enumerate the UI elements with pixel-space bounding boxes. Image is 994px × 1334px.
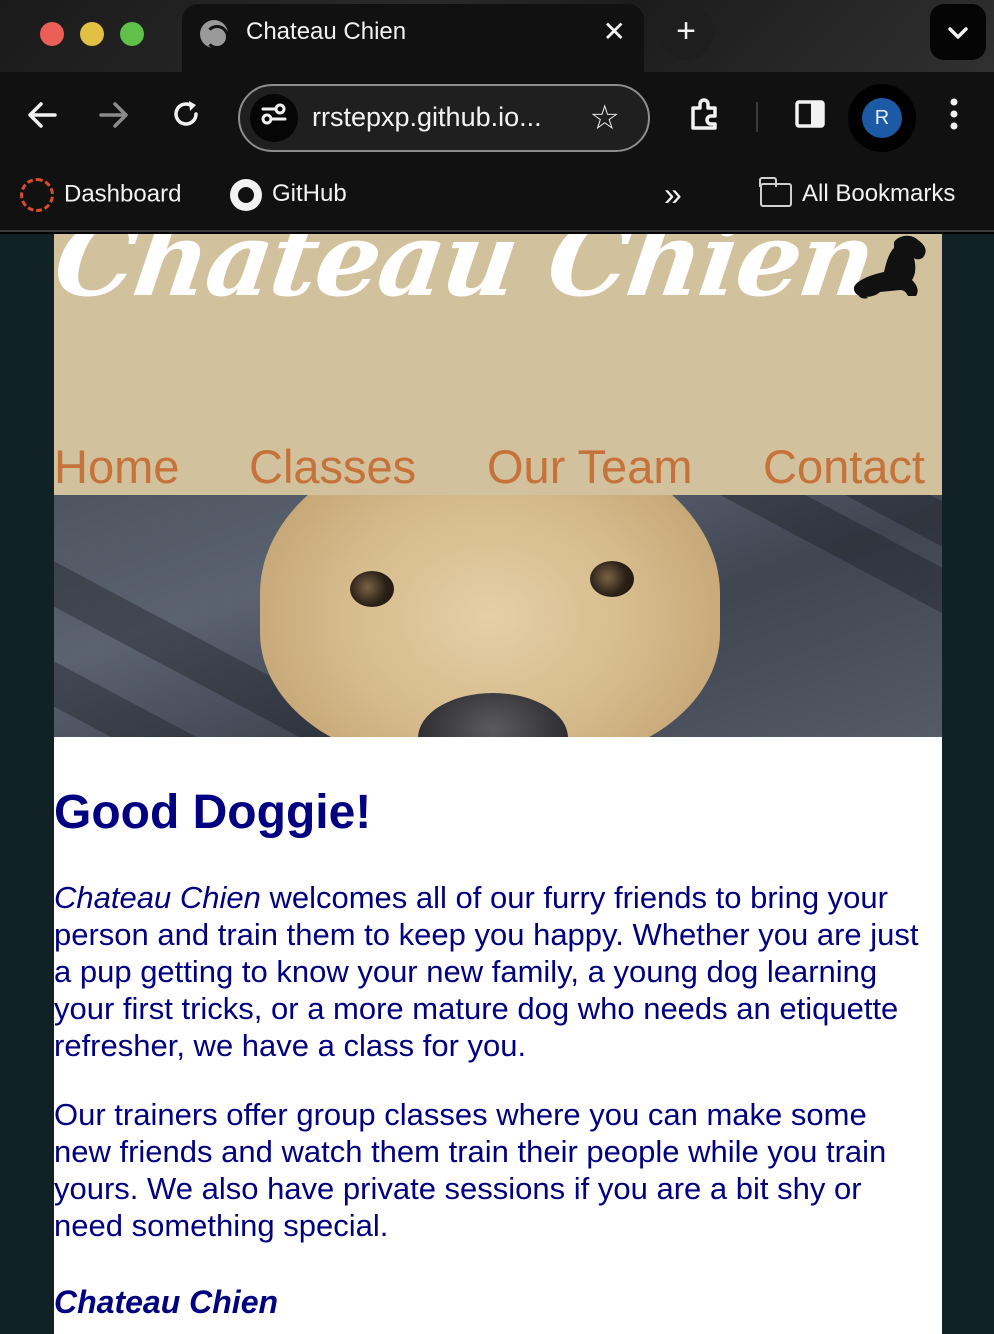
bookmark-github[interactable]: GitHub xyxy=(230,178,347,211)
trainers-paragraph: Our trainers offer group classes where y… xyxy=(54,1097,887,1243)
site-logo: Chateau Chien xyxy=(54,234,881,320)
tab-title: Chateau Chien xyxy=(246,18,407,45)
address-bar[interactable]: rrstepxp.github.io... ☆ xyxy=(238,84,650,152)
forward-arrow-icon xyxy=(99,102,128,128)
hero-dog-image xyxy=(54,495,942,737)
avatar[interactable]: R xyxy=(862,98,902,138)
main-nav: Home Classes Our Team Contact xyxy=(54,439,942,495)
extensions-button[interactable] xyxy=(682,98,726,141)
back-arrow-icon xyxy=(28,102,57,128)
maximize-window-button[interactable] xyxy=(120,22,144,46)
forward-button[interactable] xyxy=(92,98,136,138)
bookmark-label: GitHub xyxy=(272,180,347,207)
url-text[interactable]: rrstepxp.github.io... xyxy=(312,102,542,133)
dog-right-eye xyxy=(590,561,634,597)
dog-silhouette-icon xyxy=(853,235,926,299)
reload-icon xyxy=(174,101,198,126)
reload-button[interactable] xyxy=(164,98,208,138)
side-panel-button[interactable] xyxy=(788,98,832,138)
all-bookmarks-button[interactable]: All Bookmarks xyxy=(759,176,956,210)
extensions-icon xyxy=(691,98,717,130)
side-panel-icon xyxy=(795,100,825,128)
signature: Chateau Chien xyxy=(54,1284,279,1320)
new-tab-button[interactable]: + xyxy=(658,4,714,60)
globe-icon xyxy=(200,20,229,49)
site-header: Chateau Chien Home Classes Our Team Cont… xyxy=(54,234,942,495)
menu-button[interactable] xyxy=(932,98,976,139)
nav-our-team[interactable]: Our Team xyxy=(487,439,693,495)
site-info-icon[interactable] xyxy=(250,94,298,142)
folder-icon xyxy=(759,176,792,207)
minimize-window-button[interactable] xyxy=(80,22,104,46)
intro-emphasis: Chateau Chien xyxy=(54,880,261,915)
back-button[interactable] xyxy=(20,98,64,138)
tab-strip: Chateau Chien ✕ + xyxy=(0,0,994,72)
star-icon[interactable]: ☆ xyxy=(590,98,620,138)
bookmark-label: Dashboard xyxy=(64,180,182,208)
toolbar-divider xyxy=(756,102,758,132)
page-heading: Good Doggie! xyxy=(54,786,372,839)
intro-paragraph: Chateau Chien welcomes all of our furry … xyxy=(54,879,928,1064)
tab-search-button[interactable] xyxy=(930,4,986,60)
menu-dots-icon xyxy=(950,98,958,130)
dog-nose xyxy=(418,693,568,737)
all-bookmarks-label: All Bookmarks xyxy=(802,180,956,207)
dog-left-eye xyxy=(350,571,394,607)
nav-classes[interactable]: Classes xyxy=(249,439,416,495)
page-viewport: Chateau Chien Home Classes Our Team Cont… xyxy=(0,234,994,1334)
bookmark-dashboard[interactable]: Dashboard xyxy=(20,178,181,212)
nav-contact[interactable]: Contact xyxy=(763,439,925,495)
github-icon xyxy=(230,178,262,211)
canvas-icon xyxy=(20,178,54,212)
bookmarks-bar: Dashboard GitHub » All Bookmarks xyxy=(0,164,994,232)
browser-toolbar: rrstepxp.github.io... ☆ R xyxy=(0,72,994,164)
close-window-button[interactable] xyxy=(40,22,64,46)
site-container: Chateau Chien Home Classes Our Team Cont… xyxy=(54,234,942,1334)
chevron-down-icon xyxy=(948,27,968,39)
bookmarks-overflow-button[interactable]: » xyxy=(664,176,682,212)
nav-home[interactable]: Home xyxy=(54,439,179,495)
dog-face xyxy=(260,495,720,737)
active-tab[interactable]: Chateau Chien ✕ xyxy=(182,4,644,72)
tab-close-button[interactable]: ✕ xyxy=(603,14,626,50)
